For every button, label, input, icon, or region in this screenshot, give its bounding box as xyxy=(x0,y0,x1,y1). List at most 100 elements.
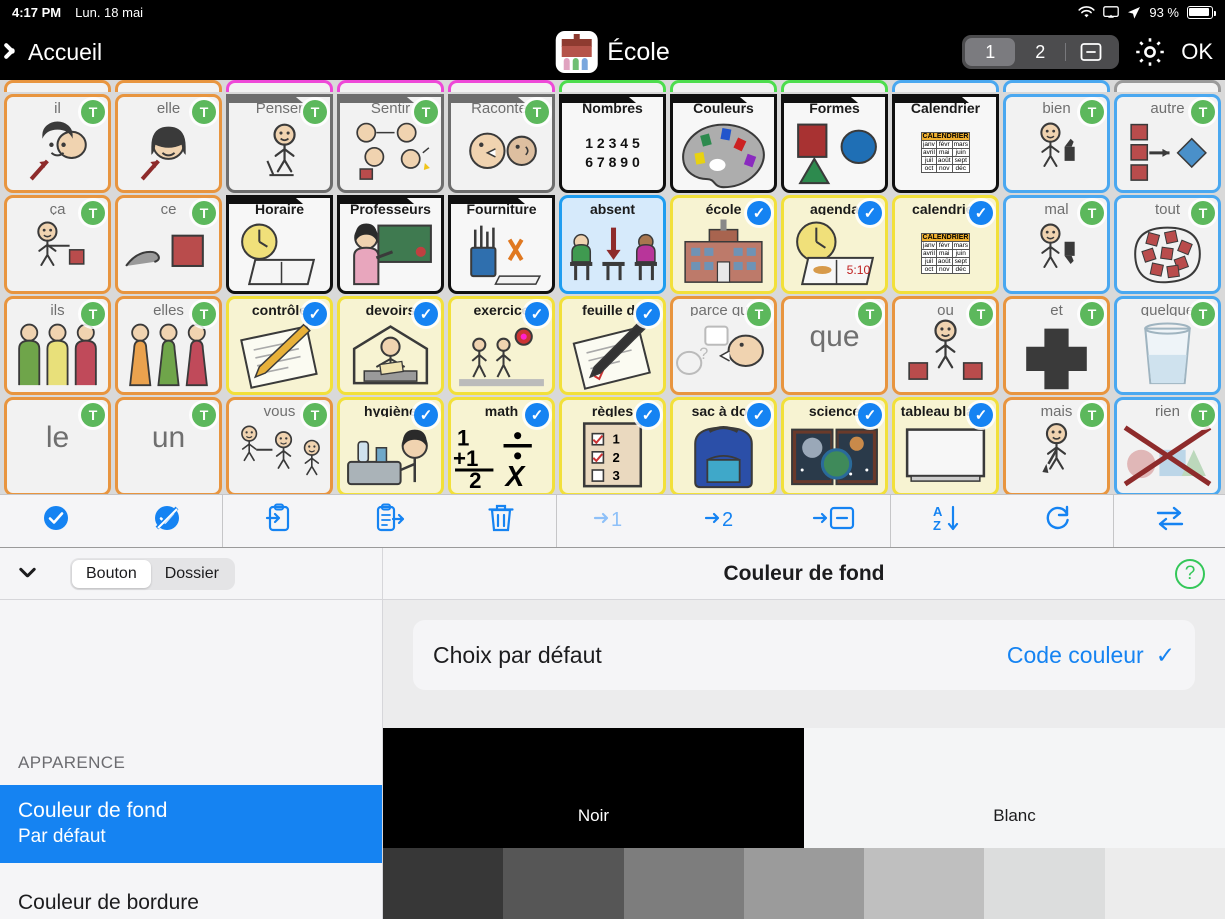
board-cell-quelque[interactable]: quelque T xyxy=(1114,296,1221,395)
board-cell-a[interactable]: ça T xyxy=(4,195,111,294)
color-swatch-gray-4[interactable] xyxy=(743,848,865,919)
board-cell-raconter[interactable]: Raconter T xyxy=(448,94,555,193)
board-cell-partial[interactable] xyxy=(892,80,999,92)
swap-button[interactable] xyxy=(1135,495,1205,547)
board-cell-nombres[interactable]: Nombres 1 2 3 4 56 7 8 9 0 xyxy=(559,94,666,193)
board-cell-partial[interactable] xyxy=(1114,80,1221,92)
selected-check-badge-icon[interactable] xyxy=(636,403,660,427)
board-cell-bien[interactable]: bien T xyxy=(1003,94,1110,193)
board-cell-autre[interactable]: autre T xyxy=(1114,94,1221,193)
selected-check-badge-icon[interactable] xyxy=(747,403,771,427)
text-only-badge-icon[interactable]: T xyxy=(1191,403,1215,427)
color-swatch-gray-5[interactable] xyxy=(864,848,985,919)
selected-check-badge-icon[interactable] xyxy=(303,302,327,326)
board-cell-parce-que[interactable]: parce que? T xyxy=(670,296,777,395)
board-cell-tout[interactable]: tout T xyxy=(1114,195,1221,294)
sidebar-item-couleur-de-fond[interactable]: Couleur de fond Par défaut xyxy=(0,785,382,863)
board-cell-partial[interactable] xyxy=(337,80,444,92)
text-only-badge-icon[interactable]: T xyxy=(1080,201,1104,225)
text-only-badge-icon[interactable]: T xyxy=(303,403,327,427)
page-segment-2[interactable]: 2 xyxy=(1015,38,1065,66)
board-cell-ils[interactable]: ils T xyxy=(4,296,111,395)
board-cell-tableau-blanc[interactable]: tableau blanc xyxy=(892,397,999,494)
text-only-badge-icon[interactable]: T xyxy=(1191,201,1215,225)
selected-check-badge-icon[interactable] xyxy=(858,201,882,225)
deselect-all-button[interactable] xyxy=(132,495,202,547)
text-only-badge-icon[interactable]: T xyxy=(525,100,549,124)
board-cell-partial[interactable] xyxy=(448,80,555,92)
color-swatch-gray-1[interactable] xyxy=(383,848,504,919)
board-cell-calendrier[interactable]: calendrier CALENDRIER janv févr mars avril mai… xyxy=(892,195,999,294)
board-cell-elles[interactable]: elles T xyxy=(115,296,222,395)
sidebar-item-couleur-de-bordure[interactable]: Couleur de bordure Par défaut xyxy=(0,877,382,919)
board-cell-sentir[interactable]: Sentir T xyxy=(337,94,444,193)
selected-check-badge-icon[interactable] xyxy=(969,403,993,427)
text-only-badge-icon[interactable]: T xyxy=(81,302,105,326)
board-cell-mal[interactable]: mal T xyxy=(1003,195,1110,294)
page-segment-1[interactable]: 1 xyxy=(965,38,1016,66)
selected-check-badge-icon[interactable] xyxy=(858,403,882,427)
board-cell-penser[interactable]: Penser T xyxy=(226,94,333,193)
board-cell-partial[interactable] xyxy=(1003,80,1110,92)
color-swatch-gray-6[interactable] xyxy=(984,848,1105,919)
board-cell-r-gles[interactable]: règles 1 2 3 xyxy=(559,397,666,494)
text-only-badge-icon[interactable]: T xyxy=(1080,100,1104,124)
color-swatch-gray-2[interactable] xyxy=(503,848,624,919)
text-only-badge-icon[interactable]: T xyxy=(414,100,438,124)
board-cell-feuille-de-travail[interactable]: feuille de travail xyxy=(559,296,666,395)
copy-out-button[interactable] xyxy=(355,495,425,547)
help-question-icon[interactable]: ? xyxy=(1175,558,1205,589)
text-only-badge-icon[interactable]: T xyxy=(858,302,882,326)
text-only-badge-icon[interactable]: T xyxy=(192,201,216,225)
board-cell-fourniture-artistique[interactable]: Fourniture artistique xyxy=(448,195,555,294)
text-only-badge-icon[interactable]: T xyxy=(1080,302,1104,326)
text-only-badge-icon[interactable]: T xyxy=(192,403,216,427)
board-cell-exercice-d-vacuati[interactable]: exercice d'évacuati… xyxy=(448,296,555,395)
select-all-check-button[interactable] xyxy=(21,495,91,547)
board-cell-ou[interactable]: ou T xyxy=(892,296,999,395)
board-cell-partial[interactable] xyxy=(670,80,777,92)
trash-button[interactable] xyxy=(466,495,536,547)
text-only-badge-icon[interactable]: T xyxy=(303,100,327,124)
gear-icon[interactable] xyxy=(1133,35,1167,69)
chevron-down-icon[interactable] xyxy=(18,569,36,579)
board-cell-mais[interactable]: mais T xyxy=(1003,397,1110,494)
text-only-badge-icon[interactable]: T xyxy=(1191,100,1215,124)
color-swatch-noir[interactable]: Noir xyxy=(383,728,804,848)
text-only-badge-icon[interactable]: T xyxy=(192,302,216,326)
board-cell-cole[interactable]: école xyxy=(670,195,777,294)
segment-dossier[interactable]: Dossier xyxy=(151,560,233,588)
board-cell-sac-dos[interactable]: sac à dos xyxy=(670,397,777,494)
move-to-2-button[interactable]: 2 xyxy=(689,495,759,547)
board-cell-et[interactable]: et T xyxy=(1003,296,1110,395)
board-cell-contr-le[interactable]: contrôle xyxy=(226,296,333,395)
text-only-badge-icon[interactable]: T xyxy=(81,100,105,124)
color-swatch-gray-7[interactable] xyxy=(1104,848,1225,919)
selected-check-badge-icon[interactable] xyxy=(414,403,438,427)
selected-check-badge-icon[interactable] xyxy=(414,302,438,326)
move-to-archive-button[interactable] xyxy=(800,495,870,547)
board-cell-formes[interactable]: Formes xyxy=(781,94,888,193)
selected-check-badge-icon[interactable] xyxy=(525,403,549,427)
text-only-badge-icon[interactable]: T xyxy=(192,100,216,124)
segment-bouton[interactable]: Bouton xyxy=(72,559,151,588)
selected-check-badge-icon[interactable] xyxy=(636,302,660,326)
selected-check-badge-icon[interactable] xyxy=(525,302,549,326)
board-cell-professeurs[interactable]: Professeurs xyxy=(337,195,444,294)
board-cell-absent[interactable]: absent xyxy=(559,195,666,294)
board-cell-devoirs[interactable]: devoirs xyxy=(337,296,444,395)
selected-check-badge-icon[interactable] xyxy=(747,201,771,225)
board-cell-partial[interactable] xyxy=(4,80,111,92)
text-only-badge-icon[interactable]: T xyxy=(81,201,105,225)
sort-az-button[interactable]: AZ xyxy=(912,495,982,547)
text-only-badge-icon[interactable]: T xyxy=(1191,302,1215,326)
color-swatch-gray-3[interactable] xyxy=(623,848,744,919)
ok-button[interactable]: OK xyxy=(1181,39,1213,65)
board-cell-partial[interactable] xyxy=(781,80,888,92)
board-cell-calendrier[interactable]: Calendrier CALENDRIER janv févr mars avril mai… xyxy=(892,94,999,193)
board-cell-partial[interactable] xyxy=(115,80,222,92)
text-only-badge-icon[interactable]: T xyxy=(1080,403,1104,427)
text-only-badge-icon[interactable]: T xyxy=(969,302,993,326)
board-cell-un[interactable]: un T xyxy=(115,397,222,494)
archive-button[interactable] xyxy=(1066,38,1116,66)
